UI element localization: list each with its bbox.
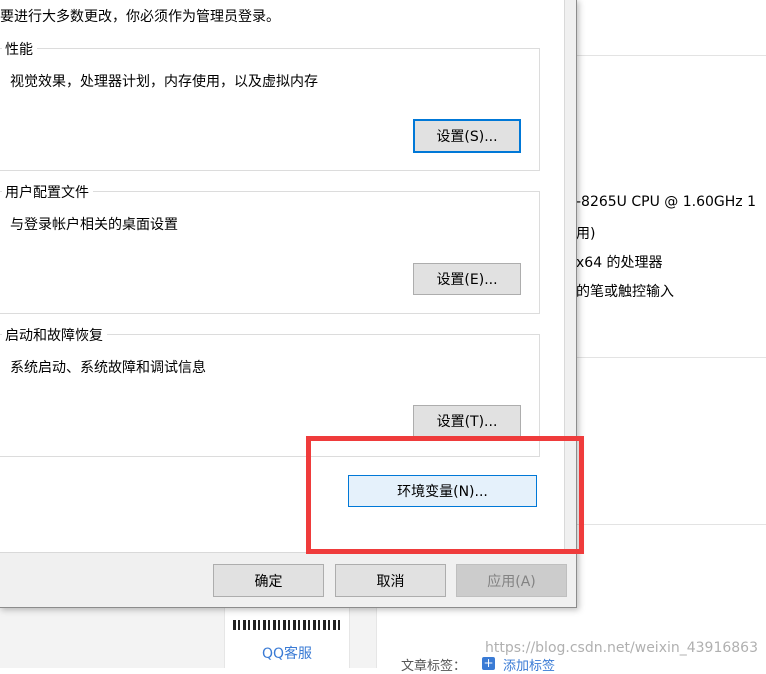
performance-settings-button[interactable]: 设置(S)...	[413, 119, 521, 153]
divider	[576, 524, 766, 525]
user-profiles-group: 用户配置文件 与登录帐户相关的桌面设置 设置(E)...	[0, 182, 540, 314]
performance-description: 视觉效果，处理器计划，内存使用，以及虚拟内存	[10, 74, 318, 90]
qq-service-link[interactable]: QQ客服	[225, 643, 349, 663]
watermark: https://blog.csdn.net/weixin_43916863	[484, 640, 758, 656]
add-tag-link[interactable]: 添加标签	[503, 655, 555, 674]
qr-code-image	[233, 620, 341, 630]
ok-button[interactable]: 确定	[213, 564, 324, 597]
article-tags-label: 文章标签：	[401, 659, 467, 674]
startup-recovery-description: 系统启动、系统故障和调试信息	[10, 360, 206, 376]
user-profiles-title: 用户配置文件	[2, 182, 93, 202]
apply-button[interactable]: 应用(A)	[456, 564, 567, 597]
system-type-value: x64 的处理器	[576, 255, 663, 271]
highlight-rectangle	[306, 436, 584, 554]
processor-value: -8265U CPU @ 1.60GHz 1	[576, 194, 756, 210]
divider	[576, 357, 766, 358]
user-profiles-settings-button[interactable]: 设置(E)...	[413, 263, 521, 295]
installed-ram-value: 用)	[576, 226, 596, 242]
cancel-button[interactable]: 取消	[335, 564, 446, 597]
article-tag-area: 文章标签： + 添加标签	[376, 607, 766, 674]
divider	[576, 55, 766, 56]
performance-group: 性能 视觉效果，处理器计划，内存使用，以及虚拟内存 设置(S)...	[0, 39, 540, 171]
pen-touch-value: 的笔或触控输入	[576, 284, 674, 300]
user-profiles-description: 与登录帐户相关的桌面设置	[10, 217, 178, 233]
qr-card: QQ客服	[224, 607, 350, 668]
plus-icon[interactable]: +	[482, 657, 495, 670]
startup-recovery-settings-button[interactable]: 设置(T)...	[413, 405, 521, 437]
admin-note: 要进行大多数更改，你必须作为管理员登录。	[0, 9, 280, 25]
performance-title: 性能	[2, 39, 37, 59]
startup-recovery-title: 启动和故障恢复	[2, 325, 107, 345]
